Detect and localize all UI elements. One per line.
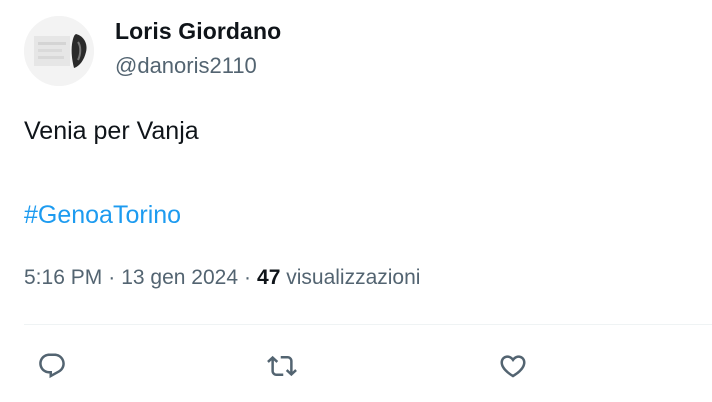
retweet-icon <box>267 355 297 377</box>
reply-button[interactable] <box>35 349 69 383</box>
author-handle[interactable]: @danoris2110 <box>115 51 281 81</box>
meta-separator: · <box>244 266 252 289</box>
retweet-button[interactable] <box>265 349 299 383</box>
view-label[interactable]: visualizzazioni <box>286 266 420 289</box>
tweet-meta: 5:16 PM · 13 gen 2024 · 47 visualizzazioni <box>24 263 420 293</box>
like-icon <box>500 355 526 378</box>
avatar[interactable] <box>24 16 94 86</box>
tweet-card: Loris Giordano @danoris2110 Venia per Va… <box>0 0 712 402</box>
author-block: Loris Giordano @danoris2110 <box>115 14 281 81</box>
like-button[interactable] <box>496 349 530 383</box>
avatar-image <box>24 16 94 86</box>
author-display-name[interactable]: Loris Giordano <box>115 14 281 48</box>
tweet-text: Venia per Vanja <box>24 117 199 145</box>
divider <box>24 324 712 325</box>
hashtag-link[interactable]: #GenoaTorino <box>24 197 181 233</box>
reply-icon <box>39 353 65 379</box>
tweet-time[interactable]: 5:16 PM <box>24 266 102 289</box>
meta-separator: · <box>108 266 116 289</box>
tweet-date[interactable]: 13 gen 2024 <box>121 266 238 289</box>
view-count[interactable]: 47 <box>257 266 280 289</box>
